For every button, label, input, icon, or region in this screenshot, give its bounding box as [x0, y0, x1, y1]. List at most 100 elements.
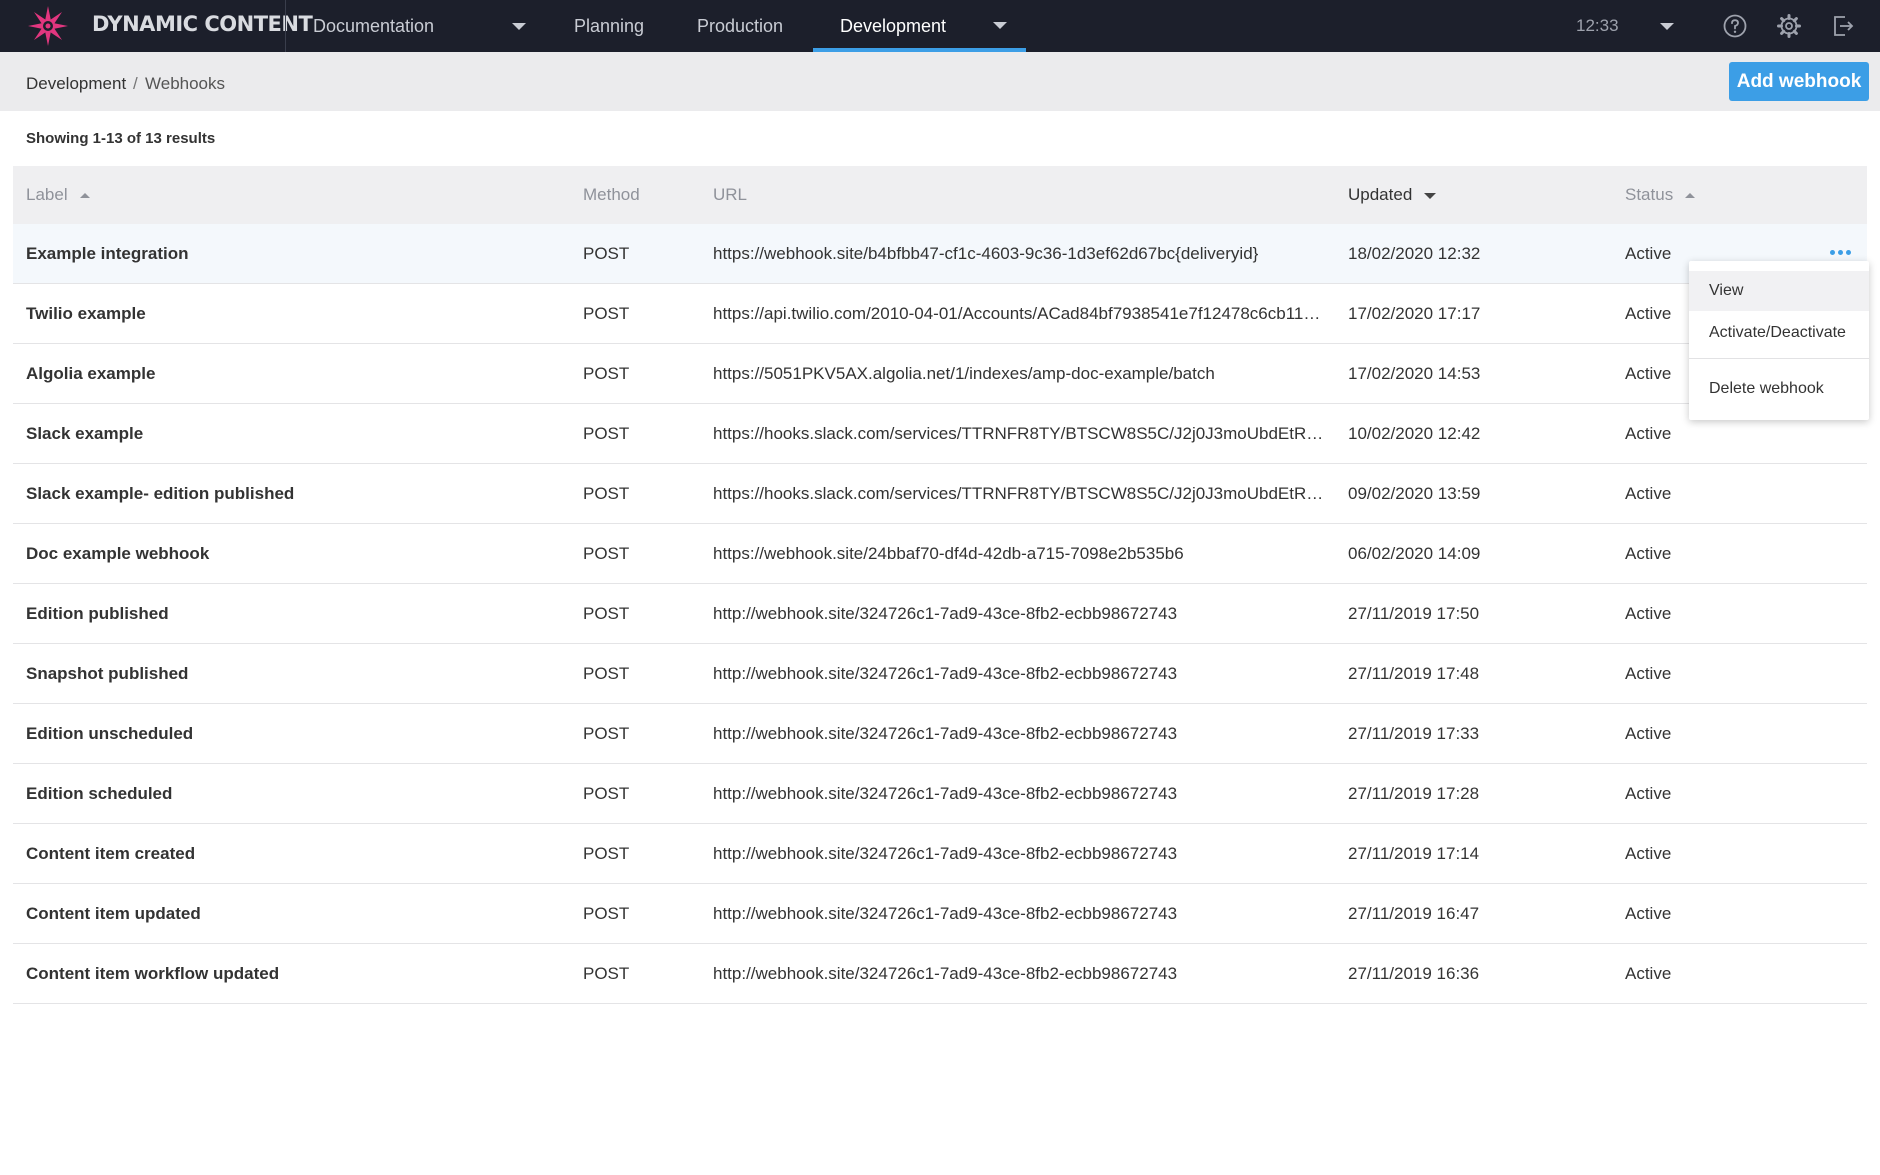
account-dropdown-chevron-icon[interactable] [1660, 23, 1674, 30]
table-row[interactable]: Content item updated POST http://webhook… [13, 884, 1867, 944]
webhook-url: http://webhook.site/324726c1-7ad9-43ce-8… [713, 604, 1178, 623]
webhook-method: POST [583, 364, 630, 383]
webhook-label[interactable]: Snapshot published [26, 644, 566, 703]
hub-dropdown-chevron-icon[interactable] [512, 23, 526, 30]
breadcrumb-bar [0, 52, 1880, 111]
webhook-url: http://webhook.site/324726c1-7ad9-43ce-8… [713, 784, 1178, 803]
webhook-label[interactable]: Example integration [26, 224, 566, 283]
table-row[interactable]: Snapshot published POST http://webhook.s… [13, 644, 1867, 704]
webhook-url: http://webhook.site/324726c1-7ad9-43ce-8… [713, 964, 1178, 983]
help-icon[interactable] [1722, 13, 1748, 39]
table-header: Label Method URL Updated Status [13, 166, 1867, 224]
webhook-method: POST [583, 244, 630, 263]
breadcrumb-development[interactable]: Development [26, 74, 126, 94]
webhook-status: Active [1625, 964, 1672, 983]
webhook-status: Active [1625, 664, 1672, 683]
webhook-label[interactable]: Edition unscheduled [26, 704, 566, 763]
webhook-updated: 10/02/2020 12:42 [1348, 424, 1481, 443]
webhook-updated: 06/02/2020 14:09 [1348, 544, 1481, 563]
webhook-method: POST [583, 964, 630, 983]
column-header-method: Method [583, 185, 640, 204]
table-row[interactable]: Twilio example POST https://api.twilio.c… [13, 284, 1867, 344]
menu-item-activate-deactivate[interactable]: Activate/Deactivate [1689, 313, 1869, 353]
tab-planning[interactable]: Planning [574, 0, 644, 52]
webhook-label[interactable]: Edition scheduled [26, 764, 566, 823]
table-row[interactable]: Content item workflow updated POST http:… [13, 944, 1867, 1004]
webhook-url: http://webhook.site/324726c1-7ad9-43ce-8… [713, 844, 1178, 863]
table-row[interactable]: Edition published POST http://webhook.si… [13, 584, 1867, 644]
webhook-updated: 27/11/2019 17:14 [1348, 844, 1480, 863]
menu-item-delete-webhook[interactable]: Delete webhook [1689, 369, 1869, 409]
table-row[interactable]: Slack example POST https://hooks.slack.c… [13, 404, 1867, 464]
webhook-label[interactable]: Content item workflow updated [26, 944, 566, 1003]
settings-gear-icon[interactable] [1776, 13, 1802, 39]
breadcrumb-separator: / [133, 74, 138, 93]
webhook-label[interactable]: Content item updated [26, 884, 566, 943]
column-header-url: URL [713, 185, 748, 204]
webhook-updated: 17/02/2020 14:53 [1348, 364, 1481, 383]
webhook-url: https://hooks.slack.com/services/TTRNFR8… [713, 484, 1333, 503]
table-row[interactable]: Algolia example POST https://5051PKV5AX.… [13, 344, 1867, 404]
menu-divider [1689, 358, 1869, 359]
breadcrumb-webhooks: Webhooks [145, 74, 226, 93]
table-row[interactable]: Edition scheduled POST http://webhook.si… [13, 764, 1867, 824]
add-webhook-button[interactable]: Add webhook [1729, 62, 1869, 101]
webhook-url: https://api.twilio.com/2010-04-01/Accoun… [713, 304, 1321, 323]
column-header-updated[interactable]: Updated [1348, 166, 1437, 224]
webhook-url: http://webhook.site/324726c1-7ad9-43ce-8… [713, 724, 1178, 743]
webhook-method: POST [583, 484, 630, 503]
webhook-url: http://webhook.site/324726c1-7ad9-43ce-8… [713, 664, 1178, 683]
webhook-status: Active [1625, 904, 1672, 923]
clock-time: 12:33 [1576, 16, 1619, 35]
webhook-status: Active [1625, 844, 1672, 863]
table-row[interactable]: Doc example webhook POST https://webhook… [13, 524, 1867, 584]
webhook-method: POST [583, 604, 630, 623]
webhook-label[interactable]: Twilio example [26, 284, 566, 343]
webhook-label[interactable]: Doc example webhook [26, 524, 566, 583]
webhook-label[interactable]: Algolia example [26, 344, 566, 403]
webhook-updated: 18/02/2020 12:32 [1348, 244, 1481, 263]
column-header-label[interactable]: Label [26, 166, 90, 224]
table-row[interactable]: Slack example- edition published POST ht… [13, 464, 1867, 524]
webhooks-table-body: Example integration POST https://webhook… [13, 224, 1867, 1004]
sort-ascending-icon [79, 193, 90, 199]
more-options-icon[interactable] [1830, 248, 1854, 258]
top-nav-bar: DYNAMIC CONTENT Documentation Planning P… [0, 0, 1880, 52]
webhook-label[interactable]: Slack example- edition published [26, 464, 566, 523]
webhook-method: POST [583, 544, 630, 563]
webhook-status: Active [1625, 784, 1672, 803]
webhook-method: POST [583, 784, 630, 803]
webhook-method: POST [583, 424, 630, 443]
webhook-updated: 27/11/2019 17:50 [1348, 604, 1480, 623]
webhook-label[interactable]: Edition published [26, 584, 566, 643]
webhook-label[interactable]: Slack example [26, 404, 566, 463]
webhook-updated: 09/02/2020 13:59 [1348, 484, 1481, 503]
webhook-url: https://webhook.site/24bbaf70-df4d-42db-… [713, 544, 1184, 563]
webhook-method: POST [583, 844, 630, 863]
app-title: DYNAMIC CONTENT [92, 12, 313, 36]
webhook-label[interactable]: Content item created [26, 824, 566, 883]
webhook-method: POST [583, 304, 630, 323]
results-summary: Showing 1-13 of 13 results [26, 130, 216, 147]
logout-icon[interactable] [1830, 13, 1856, 39]
webhook-method: POST [583, 904, 630, 923]
tab-development[interactable]: Development [840, 0, 946, 52]
webhook-status: Active [1625, 724, 1672, 743]
development-dropdown-chevron-icon[interactable] [993, 22, 1007, 29]
table-row[interactable]: Content item created POST http://webhook… [13, 824, 1867, 884]
webhook-url: https://5051PKV5AX.algolia.net/1/indexes… [713, 364, 1215, 383]
hub-selector[interactable]: Documentation [313, 0, 434, 52]
table-row[interactable]: Example integration POST https://webhook… [13, 224, 1867, 284]
webhook-updated: 27/11/2019 17:28 [1348, 784, 1480, 803]
webhook-updated: 27/11/2019 16:36 [1348, 964, 1480, 983]
webhook-url: http://webhook.site/324726c1-7ad9-43ce-8… [713, 904, 1178, 923]
column-header-status[interactable]: Status [1625, 166, 1696, 224]
table-row[interactable]: Edition unscheduled POST http://webhook.… [13, 704, 1867, 764]
webhook-url: https://webhook.site/b4bfbb47-cf1c-4603-… [713, 244, 1259, 263]
webhook-updated: 17/02/2020 17:17 [1348, 304, 1481, 323]
menu-item-view[interactable]: View [1689, 271, 1869, 311]
webhook-status: Active [1625, 484, 1672, 503]
webhook-method: POST [583, 664, 630, 683]
webhook-url: https://hooks.slack.com/services/TTRNFR8… [713, 424, 1333, 443]
tab-production[interactable]: Production [697, 0, 783, 52]
